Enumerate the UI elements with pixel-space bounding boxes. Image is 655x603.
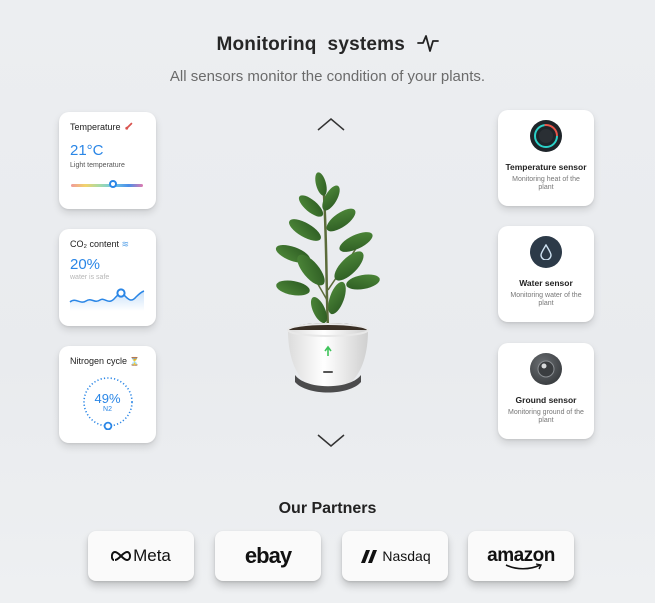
meta-infinity-icon	[111, 550, 132, 562]
partner-ebay-logo[interactable]: ebay	[215, 531, 321, 581]
pulse-icon	[416, 35, 439, 52]
temperature-sensor-card[interactable]: Temperature sensor Monitoring heat of th…	[498, 110, 594, 206]
nitrogen-card-title: Nitrogen cycle	[70, 356, 128, 366]
title-text: Monitorinq systems	[216, 34, 406, 55]
sensor-description: Monitoring heat of the plant	[512, 176, 580, 191]
ebay-logo-text: ebay	[244, 543, 292, 568]
ground-sensor-card[interactable]: Ground sensor Monitoring ground of the p…	[498, 343, 594, 439]
temperature-slider-knob[interactable]	[109, 180, 117, 188]
sensor-name: Ground sensor	[515, 395, 577, 405]
co2-value: 20%	[70, 256, 101, 273]
co2-wave-marker	[116, 288, 126, 298]
temperature-card-header: Temperature	[70, 122, 145, 132]
temperature-value: 21°C	[70, 142, 104, 159]
temperature-label: Light temperature	[70, 162, 125, 169]
sensor-description: Monitoring ground of the plant	[508, 409, 584, 424]
ground-sensor-icon	[530, 353, 562, 385]
co2-card-title: CO₂ content	[70, 239, 120, 249]
sensor-name: Water sensor	[519, 278, 573, 288]
page-subtitle: All sensors monitor the condition of you…	[169, 68, 486, 85]
nitrogen-unit: N2	[103, 406, 112, 413]
partners-title: Our Partners	[278, 500, 377, 517]
nasdaq-logo-text: Nasdaq	[382, 548, 431, 564]
temperature-sensor-icon	[530, 120, 562, 152]
meta-logo-text: Meta	[133, 546, 171, 565]
co2-card[interactable]: CO₂ content ≋ 20% water is safe	[59, 229, 156, 326]
co2-label: water is safe	[70, 274, 110, 281]
partner-meta-logo[interactable]: Meta	[88, 531, 194, 581]
scroll-down-arrow-icon[interactable]	[316, 432, 346, 448]
nitrogen-value: 49%	[94, 391, 121, 406]
co2-wave-chart	[69, 288, 145, 311]
page-title: Monitorinq systems	[0, 34, 655, 56]
scroll-up-arrow-icon[interactable]	[316, 117, 346, 133]
partner-nasdaq-logo[interactable]: Nasdaq	[342, 531, 448, 581]
sensor-description: Monitoring water of the plant	[510, 292, 582, 307]
co2-card-header: CO₂ content ≋	[70, 239, 145, 250]
nitrogen-gauge-knob	[103, 421, 113, 430]
nasdaq-mark-icon	[361, 550, 378, 563]
nitrogen-card[interactable]: Nitrogen cycle ⏳ 49% N2	[59, 346, 156, 443]
water-drop-icon	[530, 236, 562, 268]
hourglass-icon: ⏳	[129, 357, 140, 366]
temperature-card-title: Temperature	[70, 122, 121, 132]
temperature-card[interactable]: Temperature 21°C Light temperature	[59, 112, 156, 209]
wind-icon: ≋	[121, 239, 130, 249]
nitrogen-card-header: Nitrogen cycle ⏳	[70, 356, 145, 366]
water-sensor-card[interactable]: Water sensor Monitoring water of the pla…	[498, 226, 594, 322]
thermometer-icon	[125, 122, 133, 130]
sensor-name: Temperature sensor	[505, 162, 587, 172]
plant-image	[275, 172, 380, 393]
temperature-gradient-bar	[71, 184, 143, 187]
partner-amazon-logo[interactable]: amazon	[468, 531, 574, 581]
amazon-smile-icon	[505, 563, 543, 570]
